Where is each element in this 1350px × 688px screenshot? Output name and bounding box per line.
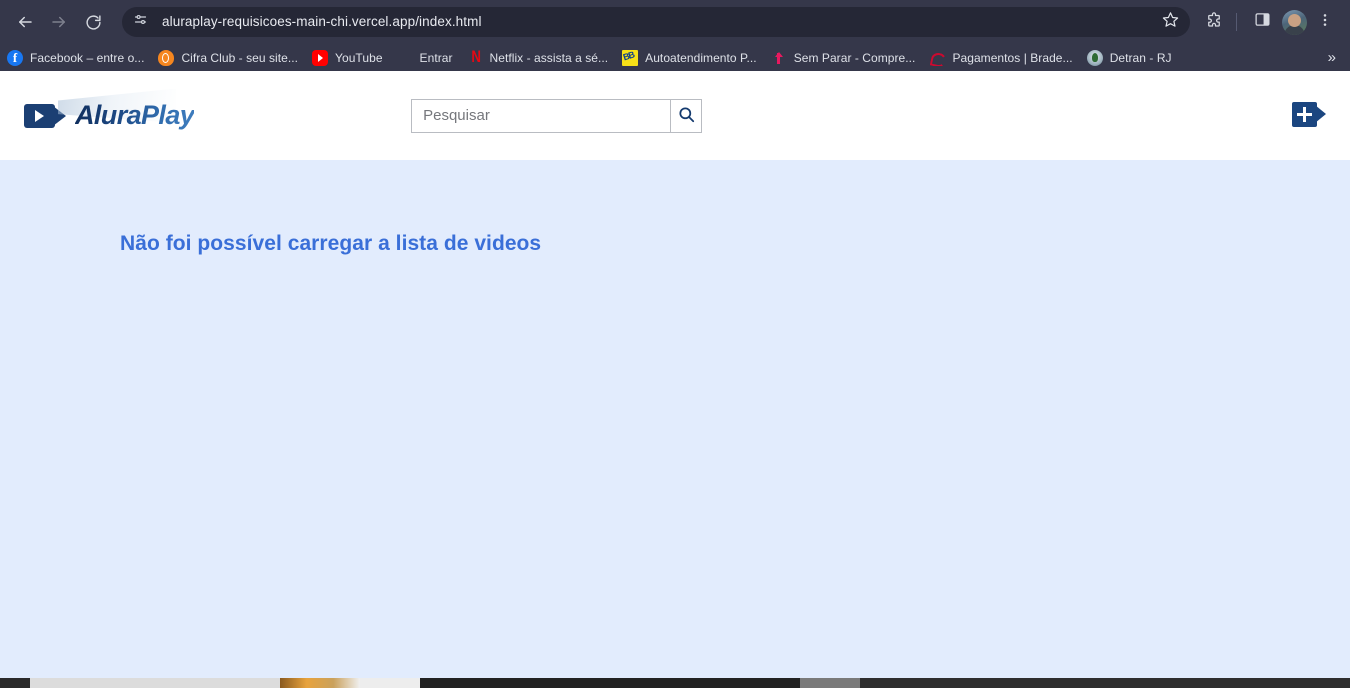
add-video-button[interactable] — [1291, 101, 1326, 130]
bookmark-facebook[interactable]: f Facebook – entre o... — [0, 47, 151, 69]
bookmarks-overflow-button[interactable]: » — [1320, 47, 1344, 69]
sem-parar-icon — [771, 50, 787, 66]
netflix-icon: N — [470, 49, 481, 66]
address-bar[interactable]: aluraplay-requisicoes-main-chi.vercel.ap… — [122, 7, 1190, 37]
search-button[interactable] — [670, 98, 703, 133]
bookmark-detran[interactable]: Detran - RJ — [1080, 47, 1179, 69]
taskbar-segment-light — [800, 678, 860, 688]
browser-toolbar: aluraplay-requisicoes-main-chi.vercel.ap… — [0, 0, 1350, 44]
three-dot-menu-icon — [1317, 12, 1333, 33]
bookmark-label: Sem Parar - Compre... — [793, 50, 916, 65]
bookmark-sem-parar[interactable]: Sem Parar - Compre... — [764, 47, 923, 69]
bookmark-bradesco[interactable]: Pagamentos | Brade... — [922, 47, 1079, 69]
bookmark-label: Pagamentos | Brade... — [952, 50, 1073, 65]
site-settings-button[interactable] — [128, 10, 152, 34]
microsoft-icon — [397, 50, 413, 66]
site-settings-icon — [133, 12, 148, 32]
bookmark-youtube[interactable]: YouTube — [305, 47, 390, 69]
bookmarks-bar: f Facebook – entre o... Cifra Club - seu… — [0, 44, 1350, 71]
bookmark-entrar[interactable]: Entrar — [390, 47, 460, 69]
url-text: aluraplay-requisicoes-main-chi.vercel.ap… — [162, 14, 482, 29]
bookmark-netflix[interactable]: N Netflix - assista a sé... — [460, 47, 616, 69]
bookmark-label: Autoatendimento P... — [645, 50, 757, 65]
back-button[interactable] — [10, 7, 40, 37]
back-arrow-icon — [16, 13, 34, 31]
banco-do-brasil-icon — [622, 49, 639, 66]
taskbar-segment — [0, 678, 30, 688]
chrome-menu-button[interactable] — [1310, 7, 1340, 37]
taskbar-window-other[interactable] — [360, 678, 420, 688]
bookmark-label: Cifra Club - seu site... — [181, 50, 299, 65]
error-message: Não foi possível carregar a lista de vid… — [120, 232, 542, 255]
main-content: Não foi possível carregar a lista de vid… — [0, 160, 1350, 256]
page-viewport: AluraPlay Não foi possível carregar a li… — [0, 71, 1350, 688]
side-panel-icon — [1254, 11, 1271, 33]
bookmark-label: YouTube — [335, 50, 383, 65]
bradesco-icon — [929, 50, 945, 66]
os-taskbar — [0, 678, 1350, 688]
aluraplay-logo[interactable]: AluraPlay — [24, 88, 195, 136]
youtube-icon — [312, 49, 329, 66]
taskbar-window-preview[interactable] — [280, 678, 360, 688]
cifra-club-icon — [158, 49, 175, 66]
search-icon — [677, 105, 696, 127]
logo-text: AluraPlay — [75, 100, 195, 130]
taskbar-segment — [860, 678, 1350, 688]
forward-button[interactable] — [44, 7, 74, 37]
reload-button[interactable] — [78, 7, 108, 37]
extensions-puzzle-icon — [1205, 11, 1223, 34]
bookmark-star-button[interactable] — [1156, 8, 1184, 36]
facebook-icon: f — [7, 49, 23, 66]
bookmark-label: Facebook – entre o... — [30, 50, 145, 65]
profile-avatar[interactable] — [1282, 9, 1307, 35]
taskbar-segment — [420, 678, 800, 688]
toolbar-divider — [1236, 13, 1237, 31]
bookmark-cifra-club[interactable]: Cifra Club - seu site... — [151, 47, 305, 69]
video-camera-icon — [24, 103, 66, 128]
search-input[interactable] — [411, 98, 671, 133]
taskbar-window-chrome[interactable] — [30, 678, 280, 688]
search-bar — [411, 98, 703, 133]
bookmark-star-icon — [1162, 11, 1179, 33]
bookmark-label: Entrar — [419, 50, 453, 65]
bookmark-autoatendimento[interactable]: Autoatendimento P... — [615, 47, 764, 69]
extensions-button[interactable] — [1199, 7, 1229, 37]
reload-icon — [85, 14, 102, 31]
site-header: AluraPlay — [0, 71, 1350, 160]
bookmark-label: Netflix - assista a sé... — [489, 50, 609, 65]
bookmark-label: Detran - RJ — [1109, 50, 1172, 65]
browser-chrome: aluraplay-requisicoes-main-chi.vercel.ap… — [0, 0, 1350, 71]
side-panel-button[interactable] — [1247, 7, 1277, 37]
forward-arrow-icon — [50, 13, 68, 31]
detran-icon — [1086, 49, 1103, 66]
